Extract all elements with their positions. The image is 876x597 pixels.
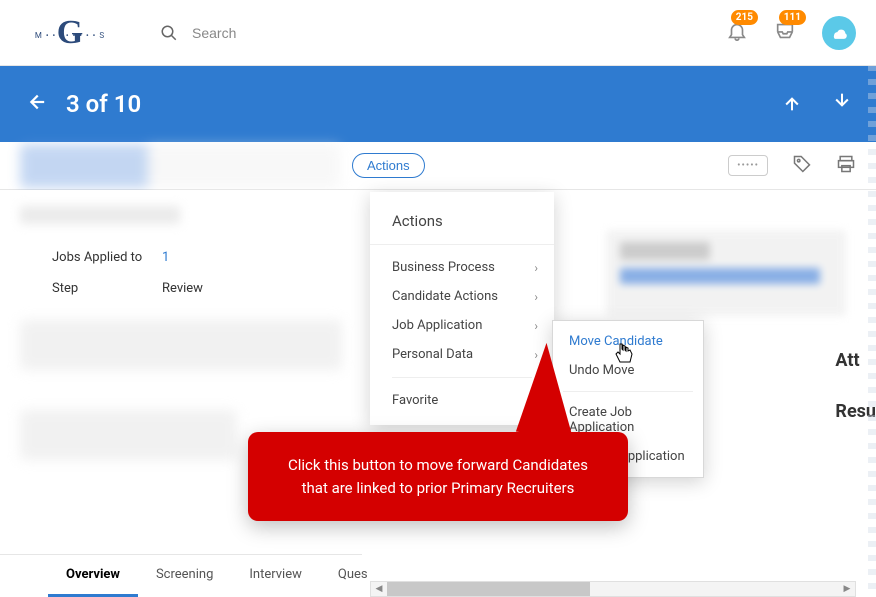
menu-item-label: Favorite <box>392 393 438 408</box>
redacted-text <box>20 206 180 224</box>
redacted-card <box>606 230 846 316</box>
logo[interactable]: G M • • • • • • • • S <box>10 13 130 53</box>
print-button[interactable] <box>836 154 856 178</box>
tag-icon <box>792 154 812 174</box>
action-bar: Actions ••••• <box>0 142 876 190</box>
tabs: Overview Screening Interview Ques <box>0 554 362 597</box>
notifications-button[interactable]: 215 <box>726 20 748 46</box>
left-column: Jobs Applied to 1 Step Review Overview S… <box>0 190 362 597</box>
scroll-right-button[interactable]: ▶ <box>839 582 855 596</box>
jobs-applied-label: Jobs Applied to <box>52 250 162 265</box>
redacted-block <box>20 320 342 370</box>
top-nav: G M • • • • • • • • S 215 111 <box>0 0 876 66</box>
menu-item-label: Business Process <box>392 260 495 275</box>
menu-item-label: Job Application <box>392 318 482 333</box>
inbox-badge: 111 <box>779 10 806 25</box>
redacted-name <box>20 144 340 188</box>
scroll-left-button[interactable]: ◀ <box>371 582 387 596</box>
jobs-applied-value[interactable]: 1 <box>162 250 169 265</box>
arrow-down-icon <box>832 92 852 112</box>
chevron-right-icon: › <box>534 319 538 333</box>
search-input[interactable] <box>192 25 392 41</box>
inbox-button[interactable]: 111 <box>774 20 796 46</box>
chevron-right-icon: › <box>534 261 538 275</box>
step-value: Review <box>162 281 203 296</box>
instruction-callout: Click this button to move forward Candid… <box>248 432 628 521</box>
arrow-up-icon <box>782 92 802 112</box>
back-button[interactable] <box>24 91 46 117</box>
menu-business-process[interactable]: Business Process › <box>370 253 554 282</box>
tab-screening[interactable]: Screening <box>138 555 231 597</box>
print-icon <box>836 154 856 174</box>
tab-interview[interactable]: Interview <box>231 555 320 597</box>
cloud-icon <box>829 23 849 43</box>
scroll-track[interactable] <box>387 582 839 596</box>
next-button[interactable] <box>832 92 852 116</box>
page-header: 3 of 10 <box>0 66 876 142</box>
redacted-block <box>20 410 237 460</box>
prev-button[interactable] <box>782 92 802 116</box>
menu-item-label: Candidate Actions <box>392 289 498 304</box>
attachments-heading: Att <box>835 350 876 371</box>
horizontal-scrollbar[interactable]: ◀ ▶ <box>370 581 856 597</box>
dropdown-title: Actions <box>370 212 554 245</box>
menu-item-label: Personal Data <box>392 347 473 362</box>
step-label: Step <box>52 281 162 296</box>
callout-text: Click this button to move forward Candid… <box>288 456 588 497</box>
header-title: 3 of 10 <box>66 90 782 118</box>
arrow-left-icon <box>24 91 46 113</box>
scroll-thumb[interactable] <box>387 582 590 596</box>
tag-button[interactable] <box>792 154 812 178</box>
menu-job-application[interactable]: Job Application › <box>370 311 554 340</box>
profile-button[interactable] <box>822 16 856 50</box>
search-wrap <box>160 24 726 42</box>
chevron-right-icon: › <box>534 290 538 304</box>
notifications-badge: 215 <box>731 10 758 25</box>
search-icon <box>160 24 178 42</box>
drag-handle[interactable]: ••••• <box>728 155 768 176</box>
resume-heading: Resu <box>835 401 876 422</box>
menu-candidate-actions[interactable]: Candidate Actions › <box>370 282 554 311</box>
tab-overview[interactable]: Overview <box>48 555 138 597</box>
actions-button[interactable]: Actions <box>352 153 425 178</box>
